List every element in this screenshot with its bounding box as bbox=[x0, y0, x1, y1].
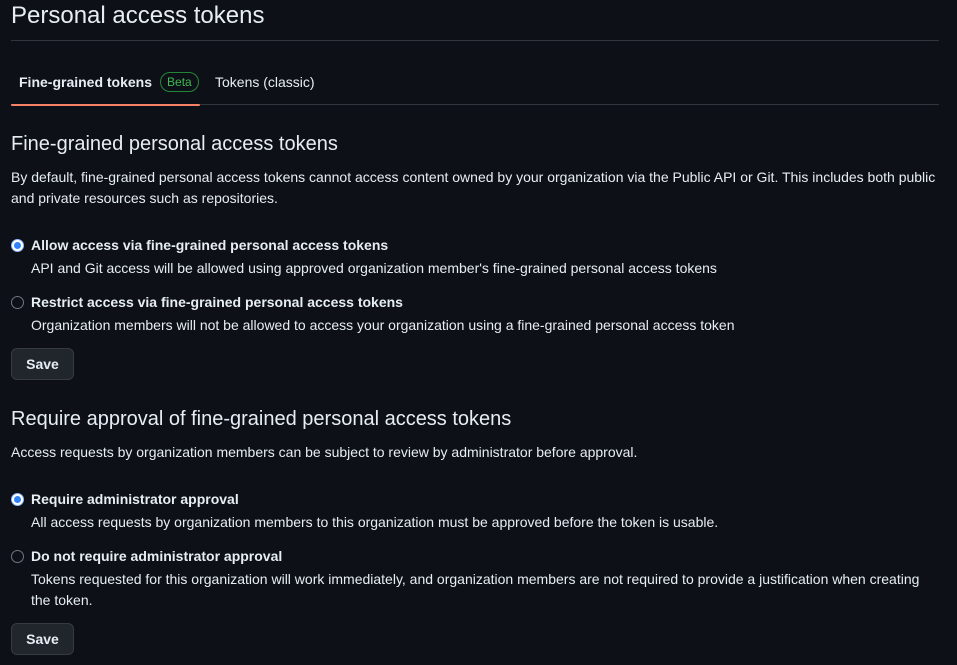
approval-heading: Require approval of fine-grained persona… bbox=[11, 408, 512, 430]
tab-classic-label: Tokens (classic) bbox=[215, 73, 315, 90]
page-title: Personal access tokens bbox=[11, 2, 265, 29]
tab-tokens-classic[interactable]: Tokens (classic) bbox=[215, 58, 315, 105]
restrict-access-label: Restrict access via fine-grained persona… bbox=[31, 294, 403, 310]
no-approval-radio[interactable] bbox=[11, 550, 24, 563]
fine-grained-section: Fine-grained personal access tokens By d… bbox=[11, 133, 939, 380]
save-button[interactable]: Save bbox=[11, 348, 74, 380]
option-no-approval[interactable]: Do not require administrator approval To… bbox=[11, 548, 939, 611]
restrict-access-note: Organization members will not be allowed… bbox=[31, 317, 735, 333]
approval-description: Access requests by organization members … bbox=[11, 444, 638, 460]
approval-section: Require approval of fine-grained persona… bbox=[11, 408, 939, 655]
tab-fine-grained-tokens[interactable]: Fine-grained tokens Beta bbox=[11, 58, 200, 106]
fine-grained-heading: Fine-grained personal access tokens bbox=[11, 133, 338, 155]
tab-fine-grained-label: Fine-grained tokens bbox=[19, 73, 153, 90]
allow-access-radio[interactable] bbox=[11, 239, 24, 252]
option-restrict-access[interactable]: Restrict access via fine-grained persona… bbox=[11, 294, 939, 336]
no-approval-label: Do not require administrator approval bbox=[31, 548, 283, 564]
token-tabs: Fine-grained tokens Beta Tokens (classic… bbox=[11, 58, 939, 106]
no-approval-note: Tokens requested for this organization w… bbox=[31, 571, 920, 608]
require-approval-radio[interactable] bbox=[11, 493, 24, 506]
option-require-approval[interactable]: Require administrator approval All acces… bbox=[11, 491, 939, 533]
settings-page: Personal access tokens Fine-grained toke… bbox=[0, 0, 957, 665]
allow-access-label: Allow access via fine-grained personal a… bbox=[31, 237, 389, 253]
save-button[interactable]: Save bbox=[11, 623, 74, 655]
allow-access-note: API and Git access will be allowed using… bbox=[31, 260, 717, 276]
option-allow-access[interactable]: Allow access via fine-grained personal a… bbox=[11, 237, 939, 279]
restrict-access-radio[interactable] bbox=[11, 296, 24, 309]
beta-badge: Beta bbox=[160, 71, 199, 92]
require-approval-note: All access requests by organization memb… bbox=[31, 514, 719, 530]
fine-grained-description: By default, fine-grained personal access… bbox=[11, 169, 936, 206]
require-approval-label: Require administrator approval bbox=[31, 491, 239, 507]
title-divider bbox=[11, 40, 939, 41]
